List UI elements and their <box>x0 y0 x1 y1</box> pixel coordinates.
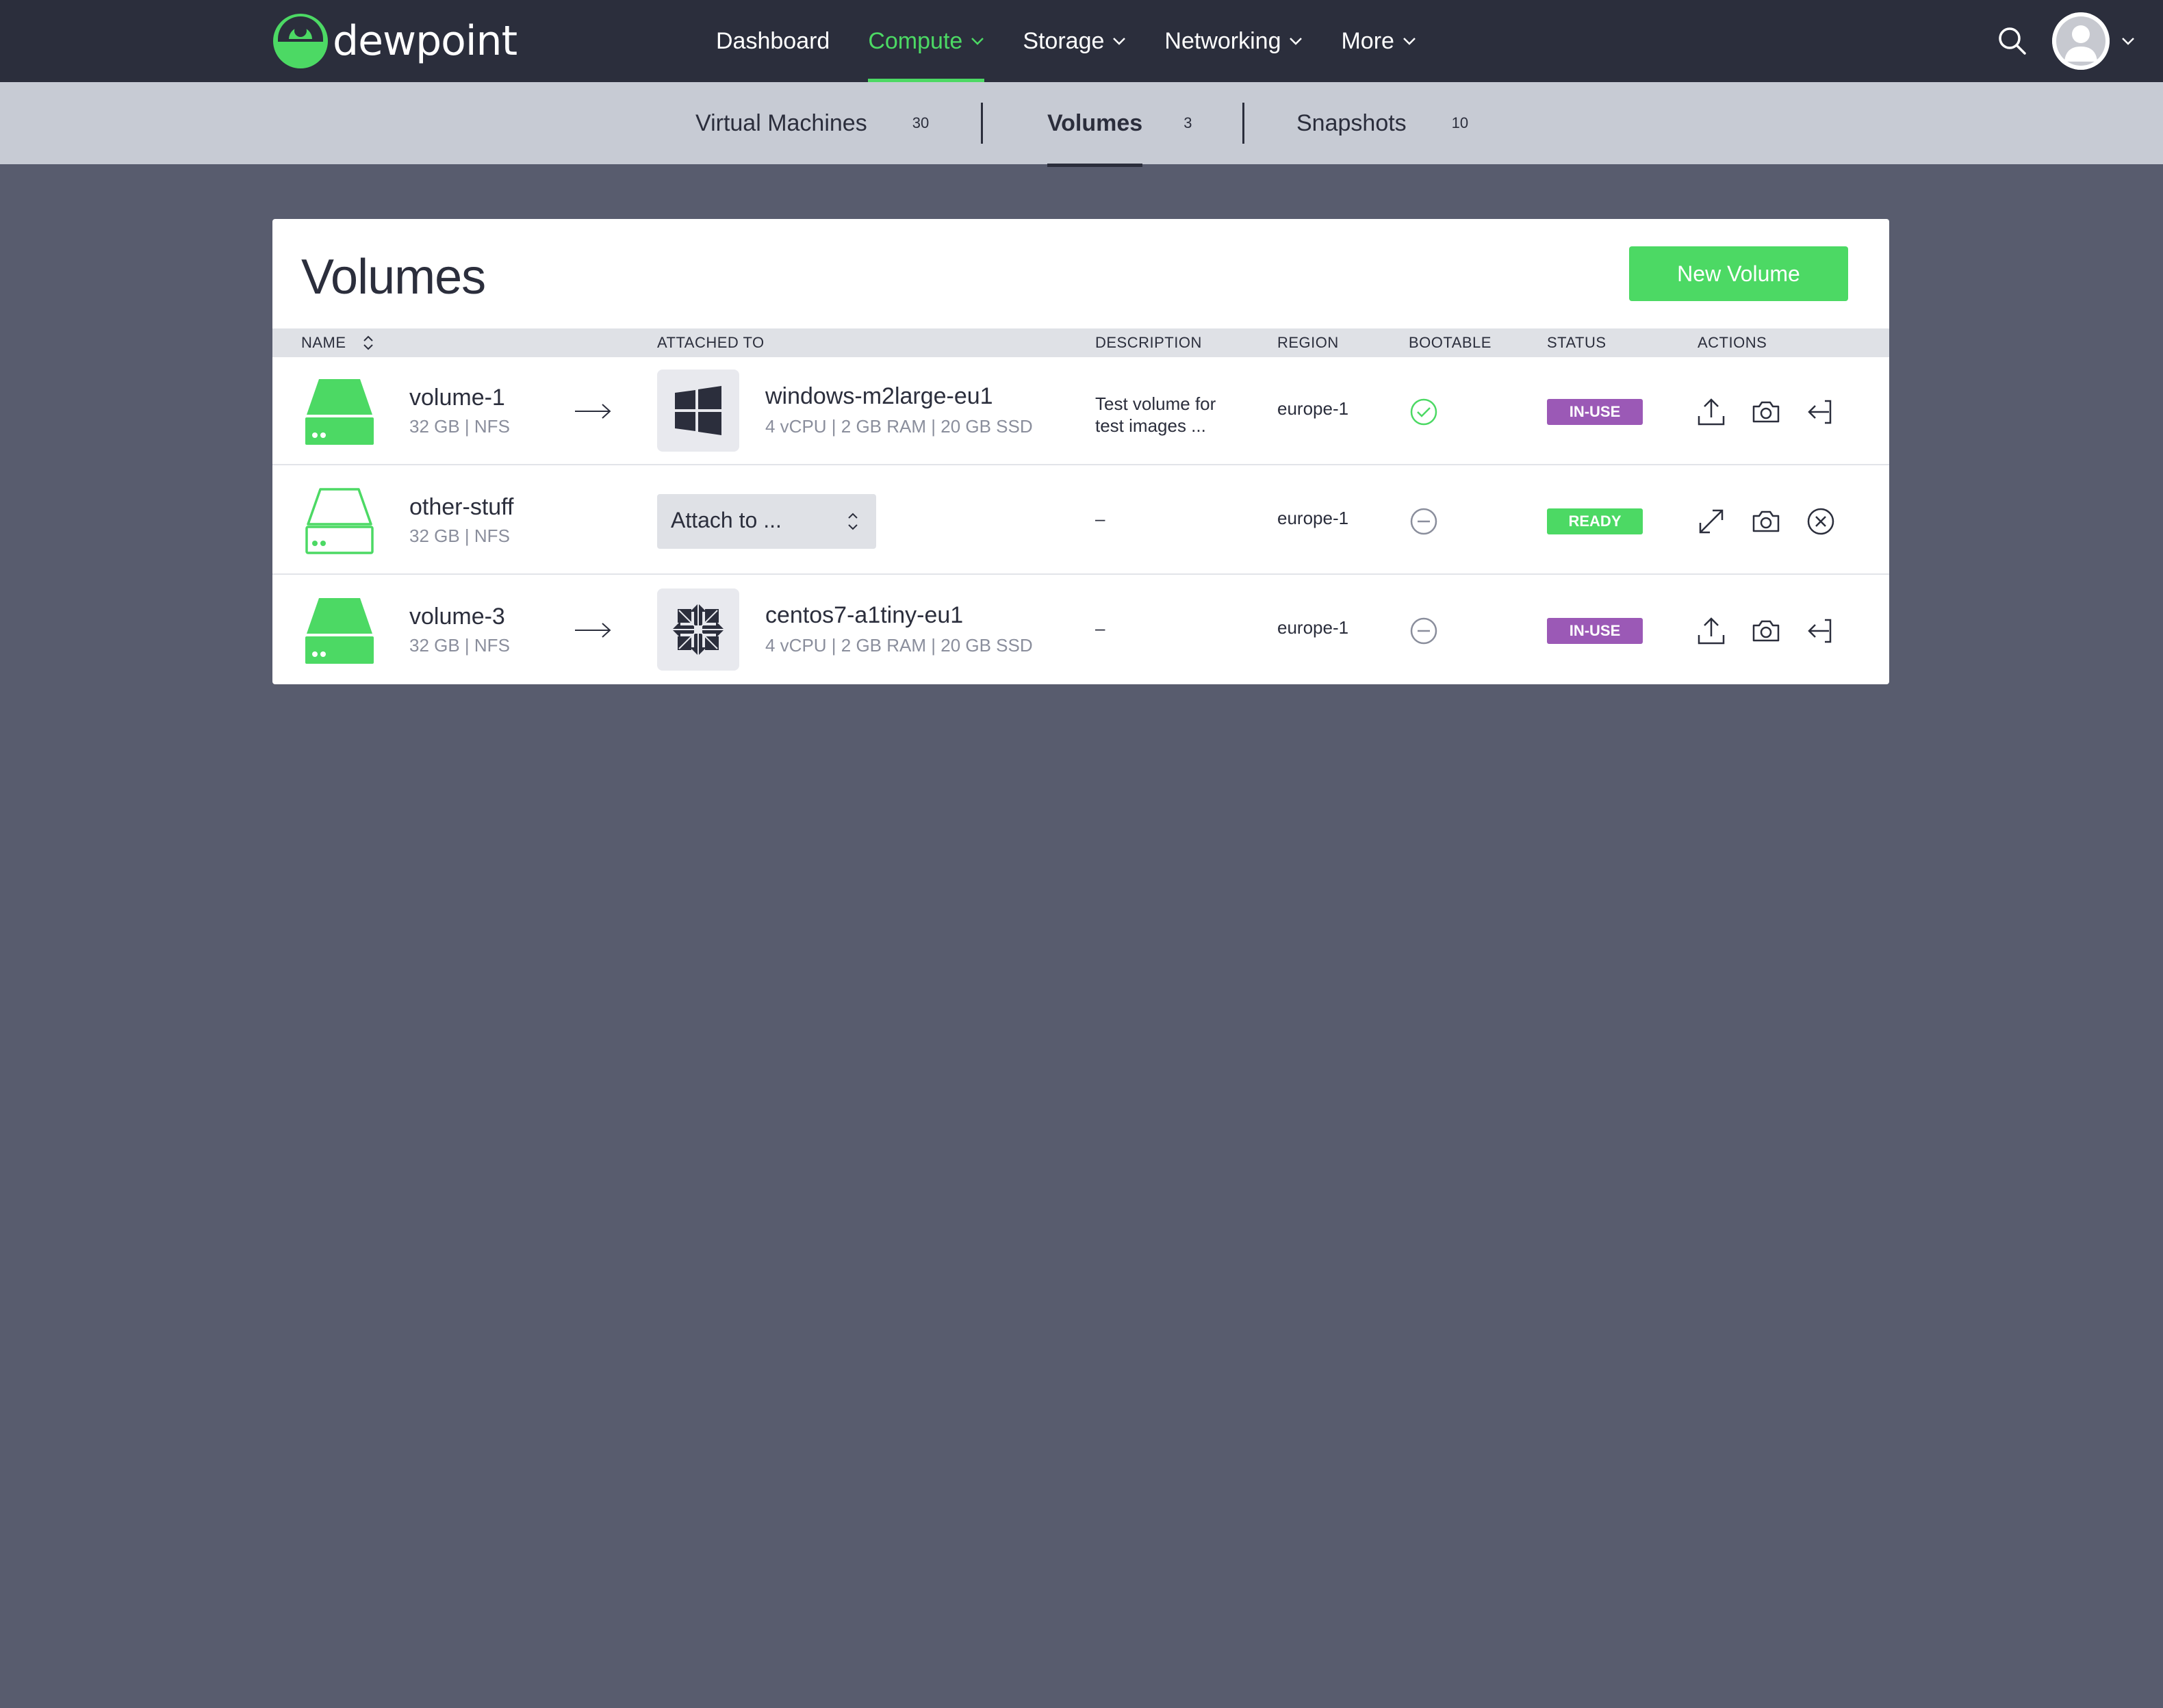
new-volume-button[interactable]: New Volume <box>1629 246 1848 301</box>
volume-name[interactable]: volume-1 <box>409 385 505 411</box>
chevron-down-icon <box>1403 38 1416 45</box>
nav-more[interactable]: More <box>1341 0 1416 82</box>
volume-description: – <box>1095 618 1105 638</box>
volume-name[interactable]: other-stuff <box>409 494 513 521</box>
volume-name[interactable]: volume-3 <box>409 604 505 630</box>
user-silhouette-icon <box>2052 12 2110 70</box>
chevron-down-icon <box>971 38 984 45</box>
tab-volumes[interactable]: Volumes 3 <box>1047 82 1192 167</box>
top-nav-bar: dewpoint Dashboard Compute Storage Netwo… <box>0 0 2163 82</box>
table-row[interactable]: volume-3 32 GB | NFS centos7-a1tiny-eu1 … <box>272 576 1889 684</box>
col-header-bootable: BOOTABLE <box>1409 334 1492 351</box>
delete-icon[interactable] <box>1804 505 1837 538</box>
col-header-status: STATUS <box>1547 334 1607 351</box>
tab-count: 30 <box>912 114 930 131</box>
centos-os-icon-box <box>657 588 739 671</box>
col-header-region: REGION <box>1277 334 1339 351</box>
minus-circle-icon <box>1410 617 1437 645</box>
tab-label: Volumes <box>1047 109 1143 167</box>
main-nav: Dashboard Compute Storage Networking Mor… <box>716 0 1455 82</box>
description-line: Test volume for <box>1095 393 1216 414</box>
attached-vm-name[interactable]: centos7-a1tiny-eu1 <box>765 602 963 629</box>
col-header-name[interactable]: NAME <box>301 334 346 352</box>
search-icon[interactable] <box>1997 26 2027 56</box>
nav-compute[interactable]: Compute <box>868 0 985 82</box>
resize-icon[interactable] <box>1695 505 1728 538</box>
tab-divider <box>1242 103 1244 144</box>
select-arrows-icon <box>848 513 858 530</box>
table-row[interactable]: volume-1 32 GB | NFS windows-m2large-eu1… <box>272 357 1889 465</box>
tab-divider <box>981 103 983 144</box>
attached-vm-name[interactable]: windows-m2large-eu1 <box>765 383 993 410</box>
volumes-card: Volumes New Volume NAME ATTACHED TO DESC… <box>272 219 1889 684</box>
chevron-down-icon[interactable] <box>2121 36 2136 47</box>
status-badge: IN-USE <box>1547 618 1643 644</box>
windows-os-icon-box <box>657 370 739 452</box>
tab-virtual-machines[interactable]: Virtual Machines 30 <box>695 82 929 164</box>
volume-region: europe-1 <box>1277 617 1349 638</box>
chevron-down-icon <box>1113 38 1126 45</box>
tab-label: Snapshots <box>1296 109 1407 136</box>
detach-icon[interactable] <box>1804 614 1837 647</box>
upload-icon[interactable] <box>1695 614 1728 647</box>
col-header-attached: ATTACHED TO <box>657 334 765 351</box>
attached-vm-specs: 4 vCPU | 2 GB RAM | 20 GB SSD <box>765 635 1033 656</box>
minus-circle-icon <box>1410 508 1437 535</box>
compute-subnav: Virtual Machines 30 Volumes 3 Snapshots … <box>0 82 2163 167</box>
user-avatar[interactable] <box>2052 12 2110 70</box>
table-header: NAME ATTACHED TO DESCRIPTION REGION BOOT… <box>272 328 1889 357</box>
detach-icon[interactable] <box>1804 396 1837 428</box>
windows-logo-icon <box>675 386 721 435</box>
sort-icon[interactable] <box>361 333 375 353</box>
nav-storage[interactable]: Storage <box>1023 0 1126 82</box>
arrow-right-icon <box>575 404 611 419</box>
col-header-description: DESCRIPTION <box>1095 334 1202 351</box>
volume-disk-icon <box>305 379 374 445</box>
nav-label: More <box>1341 27 1394 54</box>
attach-select-label: Attach to ... <box>671 508 782 532</box>
volume-region: europe-1 <box>1277 398 1349 419</box>
tab-snapshots[interactable]: Snapshots 10 <box>1296 82 1468 164</box>
nav-label: Dashboard <box>716 27 830 54</box>
volume-disk-outline-icon <box>305 488 374 554</box>
volume-region: europe-1 <box>1277 508 1349 528</box>
nav-label: Networking <box>1164 27 1281 54</box>
brand-logo[interactable]: dewpoint <box>272 12 517 70</box>
status-badge: READY <box>1547 508 1643 534</box>
nav-dashboard[interactable]: Dashboard <box>716 0 830 82</box>
page-title: Volumes <box>301 250 486 305</box>
chevron-down-icon <box>1290 38 1303 45</box>
camera-icon[interactable] <box>1750 614 1782 647</box>
camera-icon[interactable] <box>1750 396 1782 428</box>
table-row[interactable]: other-stuff 32 GB | NFS Attach to ... – … <box>272 467 1889 575</box>
nav-label: Compute <box>868 27 963 54</box>
upload-icon[interactable] <box>1695 396 1728 428</box>
volume-disk-icon <box>305 598 374 664</box>
nav-label: Storage <box>1023 27 1105 54</box>
dewpoint-logo-icon <box>273 14 328 68</box>
centos-logo-icon <box>672 604 724 656</box>
attached-vm-specs: 4 vCPU | 2 GB RAM | 20 GB SSD <box>765 416 1033 437</box>
check-circle-icon <box>1410 398 1437 426</box>
nav-networking[interactable]: Networking <box>1164 0 1303 82</box>
description-line: test images ... <box>1095 415 1206 436</box>
arrow-right-icon <box>575 623 611 638</box>
volume-description: – <box>1095 508 1105 529</box>
tab-count: 3 <box>1183 114 1192 131</box>
attach-to-select[interactable]: Attach to ... <box>657 494 876 549</box>
volume-meta: 32 GB | NFS <box>409 526 510 546</box>
tab-label: Virtual Machines <box>695 109 867 136</box>
brand-name: dewpoint <box>333 17 517 65</box>
tab-count: 10 <box>1451 114 1469 131</box>
col-header-actions: ACTIONS <box>1698 334 1767 351</box>
volume-meta: 32 GB | NFS <box>409 635 510 656</box>
camera-icon[interactable] <box>1750 505 1782 538</box>
volume-meta: 32 GB | NFS <box>409 416 510 437</box>
volume-description: Test volume for test images ... <box>1095 393 1253 437</box>
status-badge: IN-USE <box>1547 399 1643 425</box>
